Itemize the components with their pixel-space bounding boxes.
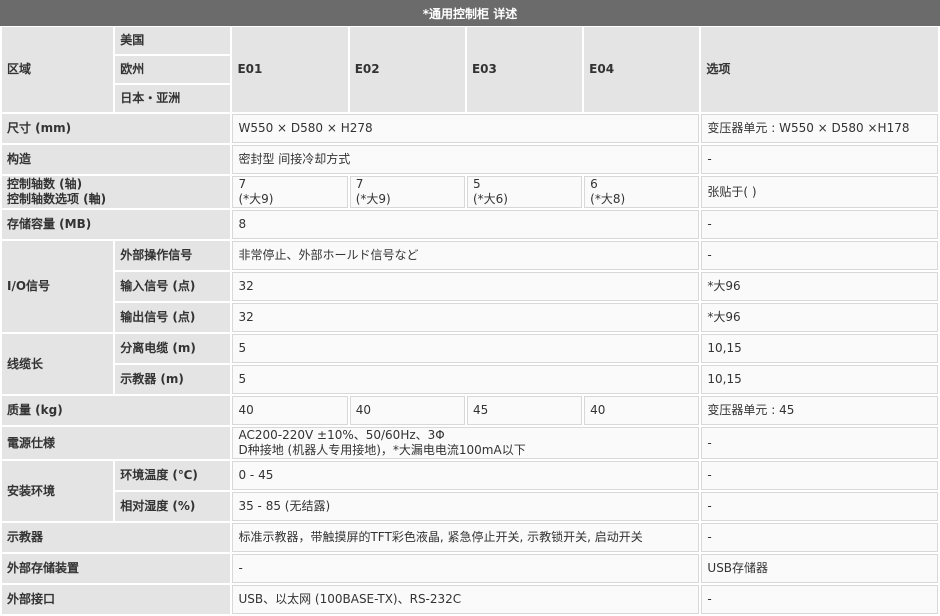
group-label: I/O信号: [2, 241, 114, 332]
row-label: 外部接口: [2, 585, 231, 614]
mass-e04: 40: [584, 396, 700, 425]
row-label: 存储容量 (MB): [2, 210, 231, 239]
mass-e02: 40: [349, 396, 465, 425]
row-option: -: [701, 492, 938, 521]
axes-main: 7: [355, 177, 364, 191]
table-row: 相对湿度 (%) 35 - 85 (无结露) -: [2, 492, 938, 521]
row-option: -: [701, 523, 938, 552]
row-option: *大96: [701, 272, 938, 301]
table-row: 外部接口 USB、以太网 (100BASE-TX)、RS-232C -: [2, 585, 938, 614]
table-row: 线缆长 分离电缆 (m) 5 10,15: [2, 334, 938, 394]
row-label: 构造: [2, 145, 231, 174]
table-row: 质量 (kg) 40 40 45 40 变压器单元 : 45: [2, 396, 938, 425]
row-option: *大96: [701, 303, 938, 332]
sub-label: 外部操作信号: [115, 241, 231, 270]
row-label: 電源仕様: [2, 427, 231, 459]
table-row: 存储容量 (MB) 8 -: [2, 210, 938, 239]
row-value: W550 × D580 × H278: [232, 114, 700, 143]
axes-label-2: 控制轴数选项 (軸): [7, 192, 107, 206]
row-value: 5: [232, 334, 700, 363]
region-eu: 欧州: [115, 56, 231, 83]
row-option: -: [701, 145, 938, 174]
row-option: 10,15: [701, 334, 938, 363]
row-option: -: [701, 210, 938, 239]
group-label: 安装环境: [2, 461, 114, 521]
sub-label: 输入信号 (点): [115, 272, 231, 301]
table-title: *通用控制柜 详述: [0, 0, 940, 26]
row-value: 非常停止、外部ホールド信号など: [232, 241, 700, 270]
axes-sub: (*大9): [355, 192, 391, 206]
axes-e03: 5 (*大6): [466, 176, 583, 208]
row-value: AC200-220V ±10%、50/60Hz、3Φ D种接地 (机器人专用接地…: [232, 427, 700, 459]
row-option: 10,15: [701, 365, 938, 394]
row-value: 5: [232, 365, 700, 394]
spec-table: 区域 美国 E01 E02 E03 E04 选项 欧州 日本・亚洲 尺寸 (mm…: [0, 25, 940, 616]
row-value: 密封型 间接冷却方式: [232, 145, 700, 174]
table-row: 安装环境 环境温度 (℃) 0 - 45 -: [2, 461, 938, 521]
model-e04: E04: [584, 27, 700, 112]
row-value: 35 - 85 (无结露): [232, 492, 700, 521]
sub-label: 输出信号 (点): [115, 303, 231, 332]
model-e01: E01: [232, 27, 348, 112]
region-label: 区域: [2, 27, 114, 112]
axes-e01: 7 (*大9): [232, 176, 348, 208]
table-row: 示教器 标准示教器，带触摸屏的TFT彩色液晶, 紧急停止开关, 示教锁开关, 启…: [2, 523, 938, 552]
row-label: 尺寸 (mm): [2, 114, 231, 143]
mass-e03: 45: [466, 396, 583, 425]
table-row: 构造 密封型 间接冷却方式 -: [2, 145, 938, 174]
axes-main: 6: [590, 177, 598, 191]
table-row: 控制轴数 (轴) 控制轴数选项 (軸) 7 (*大9) 7 (*大9) 5 (*…: [2, 176, 938, 208]
row-label: 控制轴数 (轴) 控制轴数选项 (軸): [2, 176, 231, 208]
sub-label: 分离电缆 (m): [115, 334, 231, 363]
axes-e02: 7 (*大9): [349, 176, 465, 208]
row-value: 标准示教器，带触摸屏的TFT彩色液晶, 紧急停止开关, 示教锁开关, 启动开关: [232, 523, 700, 552]
row-value: 32: [232, 303, 700, 332]
row-option: 变压器单元 : W550 × D580 ×H178: [701, 114, 938, 143]
group-label: 线缆长: [2, 334, 114, 394]
model-e03: E03: [466, 27, 583, 112]
row-option: 张贴于( ): [701, 176, 938, 208]
model-e02: E02: [349, 27, 465, 112]
table-row: 示教器 (m) 5 10,15: [2, 365, 938, 394]
axes-label-1: 控制轴数 (轴): [7, 177, 83, 191]
region-us: 美国: [115, 27, 231, 54]
axes-sub: (*大9): [238, 192, 274, 206]
axes-main: 5: [472, 177, 481, 191]
sub-label: 示教器 (m): [115, 365, 231, 394]
row-label: 质量 (kg): [2, 396, 231, 425]
table-row: 区域 美国 E01 E02 E03 E04 选项: [2, 27, 938, 112]
options-label: 选项: [701, 27, 938, 112]
axes-sub: (*大6): [472, 192, 508, 206]
row-option: -: [701, 461, 938, 490]
table-row: I/O信号 外部操作信号 非常停止、外部ホールド信号など -: [2, 241, 938, 332]
table-row: 電源仕様 AC200-220V ±10%、50/60Hz、3Φ D种接地 (机器…: [2, 427, 938, 459]
row-value: 32: [232, 272, 700, 301]
axes-sub: (*大8): [590, 192, 626, 206]
axes-e04: 6 (*大8): [584, 176, 700, 208]
region-jp-asia: 日本・亚洲: [115, 85, 231, 112]
row-option: -: [701, 427, 938, 459]
row-value: -: [232, 554, 700, 583]
mass-e01: 40: [232, 396, 348, 425]
row-label: 示教器: [2, 523, 231, 552]
row-value: USB、以太网 (100BASE-TX)、RS-232C: [232, 585, 700, 614]
axes-main: 7: [238, 177, 247, 191]
sub-label: 相对湿度 (%): [115, 492, 231, 521]
row-option: -: [701, 585, 938, 614]
row-option: USB存储器: [701, 554, 938, 583]
power-line-2: D种接地 (机器人专用接地)，*大漏电电流100mA以下: [238, 443, 526, 457]
table-row: 外部存储装置 - USB存储器: [2, 554, 938, 583]
row-option: 变压器单元 : 45: [701, 396, 938, 425]
row-value: 0 - 45: [232, 461, 700, 490]
sub-label: 环境温度 (℃): [115, 461, 231, 490]
table-row: 输出信号 (点) 32 *大96: [2, 303, 938, 332]
row-value: 8: [232, 210, 700, 239]
power-line-1: AC200-220V ±10%、50/60Hz、3Φ: [238, 428, 445, 442]
row-label: 外部存储装置: [2, 554, 231, 583]
table-row: 尺寸 (mm) W550 × D580 × H278 变压器单元 : W550 …: [2, 114, 938, 143]
table-row: 输入信号 (点) 32 *大96: [2, 272, 938, 301]
row-option: -: [701, 241, 938, 270]
